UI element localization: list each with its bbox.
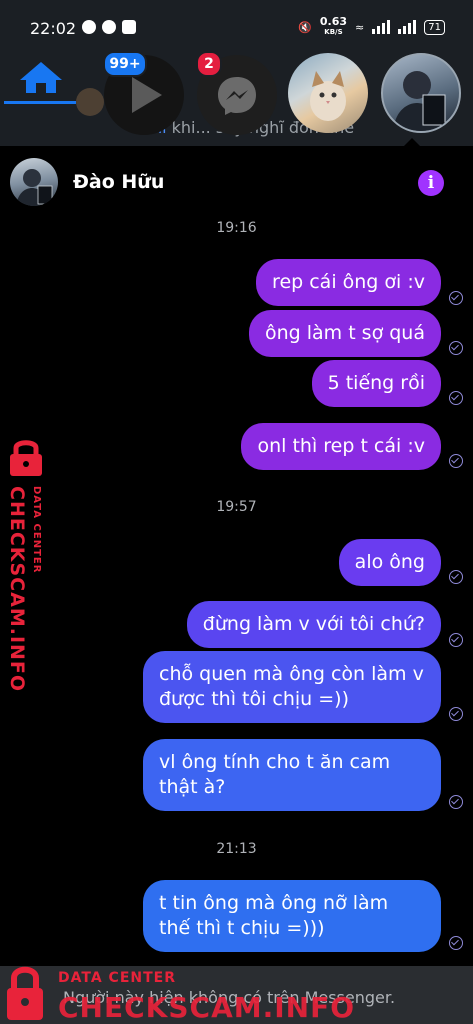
user-avatar-image — [393, 71, 446, 131]
battery-icon: 71 — [424, 19, 445, 35]
messenger-count-badge: 2 — [196, 51, 222, 77]
info-icon[interactable]: i — [418, 170, 444, 196]
background-avatar — [76, 88, 104, 116]
seen-check-icon — [449, 707, 463, 721]
contact-photo — [16, 169, 53, 206]
watermark-main-text: CHECKSCAM.INFO — [6, 486, 28, 693]
timestamp: 21:13 — [216, 841, 257, 857]
message-bubble[interactable]: t tin ông mà ông nỡ làm thế thì t chịu =… — [143, 880, 441, 952]
lock-icon — [10, 440, 42, 476]
notification-icons — [82, 20, 136, 34]
timestamp: 19:57 — [216, 499, 257, 515]
watermark-bottom-sub: DATA CENTER — [58, 970, 176, 986]
network-speed: 0.63 KB/S — [319, 15, 348, 36]
seen-check-icon — [449, 291, 463, 305]
seen-check-icon — [449, 633, 463, 647]
status-bar: 22:02 🔇 0.63 KB/S ≈ 71 — [0, 0, 473, 56]
home-icon[interactable] — [18, 60, 64, 94]
cat-avatar-image — [310, 71, 346, 121]
signal-icon — [372, 20, 391, 34]
message-bubble[interactable]: chỗ quen mà ông còn làm v được thì tôi c… — [143, 651, 441, 723]
seen-check-icon — [449, 454, 463, 468]
lock-icon — [7, 966, 43, 1020]
status-indicators: 🔇 0.63 KB/S ≈ 71 — [298, 15, 445, 37]
status-time: 22:02 — [30, 19, 77, 38]
seen-check-icon — [449, 570, 463, 584]
watermark-sub-text: DATA CENTER — [31, 486, 42, 574]
seen-check-icon — [449, 936, 463, 950]
chat-contact-name[interactable]: Đào Hữu — [73, 171, 164, 193]
chat-avatar[interactable] — [10, 158, 58, 206]
signal-icon-2 — [398, 20, 417, 34]
user-chat-head[interactable] — [381, 53, 461, 133]
watermark-side: CHECKSCAM.INFO DATA CENTER — [2, 436, 50, 693]
messenger-notification-icon — [82, 20, 96, 34]
seen-check-icon — [449, 341, 463, 355]
message-bubble[interactable]: vl ông tính cho t ăn cam thật à? — [143, 739, 441, 811]
message-bubble[interactable]: rep cái ông ơi :v — [256, 259, 441, 306]
seen-check-icon — [449, 795, 463, 809]
cat-chat-head[interactable] — [288, 53, 368, 133]
video-count-badge: 99+ — [103, 51, 147, 77]
wifi-icon: ≈ — [355, 20, 365, 34]
home-tab-indicator — [4, 101, 76, 104]
message-bubble[interactable]: 5 tiếng rồi — [311, 360, 441, 407]
seen-check-icon — [449, 391, 463, 405]
timestamp: 19:16 — [216, 220, 257, 236]
message-bubble[interactable]: ông làm t sợ quá — [248, 310, 441, 357]
youtube-notification-icon — [122, 20, 136, 34]
message-bubble[interactable]: onl thì rep t cái :v — [241, 423, 441, 470]
watermark-bottom-main: CHECKSCAM.INFO — [58, 991, 356, 1024]
chrome-notification-icon — [102, 20, 116, 34]
message-bubble[interactable]: alo ông — [338, 539, 441, 586]
message-bubble[interactable]: đừng làm v với tôi chứ? — [186, 601, 441, 648]
mute-icon: 🔇 — [298, 20, 312, 34]
